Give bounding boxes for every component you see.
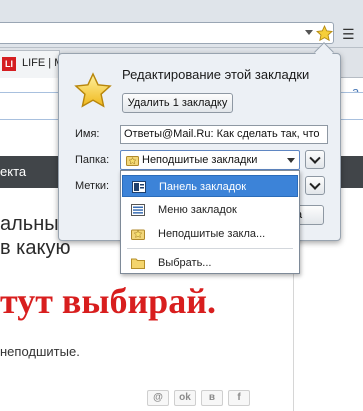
name-input[interactable]: Ответы@Mail.Ru: Как сделать так, что [120, 125, 328, 144]
question-text-line1: альны [0, 213, 59, 235]
chevron-down-icon [309, 178, 321, 190]
dropdown-item-label: Меню закладок [158, 204, 237, 216]
social-mail-icon[interactable]: @ [147, 390, 169, 406]
unsorted-bookmarks-icon [126, 156, 139, 166]
chevron-down-icon [287, 158, 295, 163]
social-vk-icon[interactable]: в [201, 390, 223, 406]
address-bar[interactable] [0, 22, 334, 44]
nav-item-left[interactable]: екта [0, 164, 26, 179]
social-fb-icon[interactable]: f [228, 390, 250, 406]
tab-favicon-icon: LI [2, 57, 16, 71]
dropdown-item-unsorted-bookmarks[interactable]: Неподшитые закла... [122, 223, 298, 245]
dropdown-item-bookmarks-toolbar[interactable]: Панель закладок [122, 175, 298, 197]
menu-icon[interactable]: ☰ [342, 27, 355, 43]
chevron-down-icon[interactable] [305, 30, 313, 35]
dropdown-item-label: Выбрать... [158, 257, 212, 269]
folder-dropdown-list: Панель закладок Меню закладок Неподшитые… [120, 170, 300, 274]
dropdown-item-label: Панель закладок [159, 181, 247, 193]
bookmark-star-large-icon [74, 72, 112, 108]
name-label: Имя: [75, 128, 100, 140]
folder-label: Папка: [75, 154, 110, 166]
unsorted-bookmarks-icon [131, 229, 145, 240]
red-annotation: тут выбирай. [0, 281, 216, 321]
bookmark-star-icon[interactable] [316, 25, 333, 42]
chevron-down-icon [309, 152, 321, 164]
folder-select-value: Неподшитые закладки [142, 154, 258, 166]
folder-icon [131, 258, 145, 269]
bookmarks-menu-icon [131, 204, 145, 216]
tags-label: Метки: [75, 180, 110, 192]
dropdown-item-bookmarks-menu[interactable]: Меню закладок [122, 199, 298, 221]
expand-tags-button[interactable] [305, 176, 325, 195]
dialog-title: Редактирование этой закладки [122, 67, 310, 82]
social-ok-icon[interactable]: ok [174, 390, 196, 406]
folder-select[interactable]: Неподшитые закладки [120, 150, 300, 170]
dropdown-item-label: Неподшитые закла... [158, 228, 266, 240]
bookmarks-toolbar-icon [132, 181, 146, 193]
expand-folders-button[interactable] [305, 150, 325, 169]
answer-text: неподшитые. [0, 344, 80, 359]
dropdown-separator [127, 248, 293, 249]
remove-bookmark-button[interactable]: Удалить 1 закладку [122, 93, 233, 113]
dropdown-item-choose[interactable]: Выбрать... [122, 252, 298, 274]
